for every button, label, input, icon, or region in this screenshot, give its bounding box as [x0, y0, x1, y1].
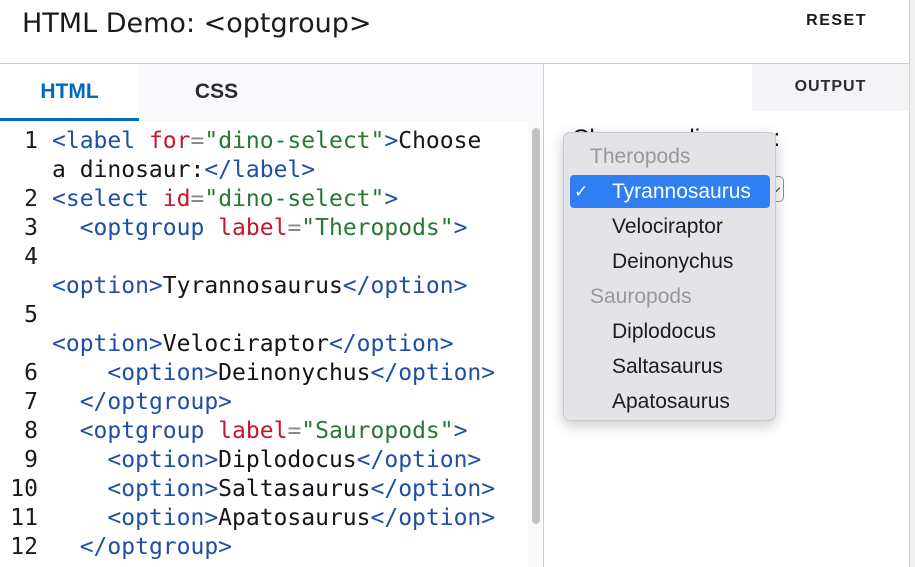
- code-text: <optgroup label="Theropods">: [79, 215, 468, 241]
- dropdown-option[interactable]: Velociraptor: [570, 210, 770, 243]
- dropdown-option[interactable]: Apatosaurus: [570, 385, 770, 418]
- line-number: 9: [24, 447, 38, 473]
- header-bar: HTML Demo: <optgroup> RESET: [0, 0, 915, 64]
- editor-tabs: HTML CSS: [0, 64, 543, 121]
- tab-output[interactable]: OUTPUT: [752, 64, 909, 111]
- code-text: <select id="dino-select">: [52, 186, 399, 212]
- dino-select-dropdown[interactable]: Theropods ✓ Tyrannosaurus Velociraptor Deino…: [563, 132, 776, 421]
- line-number: 12: [10, 534, 38, 560]
- editor-scrollbar-thumb[interactable]: [532, 128, 540, 524]
- dropdown-option[interactable]: Diplodocus: [570, 315, 770, 348]
- dropdown-option[interactable]: Deinonychus: [570, 245, 770, 278]
- line-number: 2: [24, 186, 38, 212]
- code-editor[interactable]: 1 <label for="dino-select">Choose a dinosa…: [0, 121, 528, 567]
- code-text: <option>Diplodocus</option>: [107, 447, 482, 473]
- line-number: 3: [24, 215, 38, 241]
- editor-pane: HTML CSS 1 <label for="dino-select">Choos…: [0, 64, 544, 567]
- line-number: 7: [24, 389, 38, 415]
- line-number: 11: [10, 505, 38, 531]
- dropdown-option[interactable]: ✓ Tyrannosaurus: [570, 175, 770, 208]
- line-number: 5: [24, 302, 38, 328]
- code-text: a dinosaur:</label>: [52, 157, 316, 183]
- line-number: 1: [24, 128, 38, 154]
- code-text: <label for="dino-select">Choose: [52, 128, 482, 154]
- code-text: </optgroup>: [79, 389, 233, 415]
- tab-css[interactable]: CSS: [139, 64, 294, 121]
- line-number: 10: [10, 476, 38, 502]
- reset-button[interactable]: RESET: [806, 12, 867, 30]
- code-text: <option>Tyrannosaurus</option>: [52, 273, 468, 299]
- code-text: </optgroup>: [79, 534, 233, 560]
- optgroup-label: Sauropods: [590, 285, 692, 308]
- page-title: HTML Demo: <optgroup>: [22, 8, 372, 39]
- window-edge: [909, 0, 915, 567]
- tab-html[interactable]: HTML: [0, 64, 139, 121]
- code-text: <option>Apatosaurus</option>: [107, 505, 496, 531]
- line-number: 6: [24, 360, 38, 386]
- code-text: <option>Deinonychus</option>: [107, 360, 496, 386]
- checkmark-icon: ✓: [574, 182, 589, 201]
- dropdown-option[interactable]: Saltasaurus: [570, 350, 770, 383]
- code-text: <optgroup label="Sauropods">: [79, 418, 468, 444]
- code-text: <option>Velociraptor</option>: [52, 331, 454, 357]
- code-text: <option>Saltasaurus</option>: [107, 476, 496, 502]
- line-number: 4: [24, 244, 38, 270]
- line-number: 8: [24, 418, 38, 444]
- optgroup-label: Theropods: [590, 145, 691, 168]
